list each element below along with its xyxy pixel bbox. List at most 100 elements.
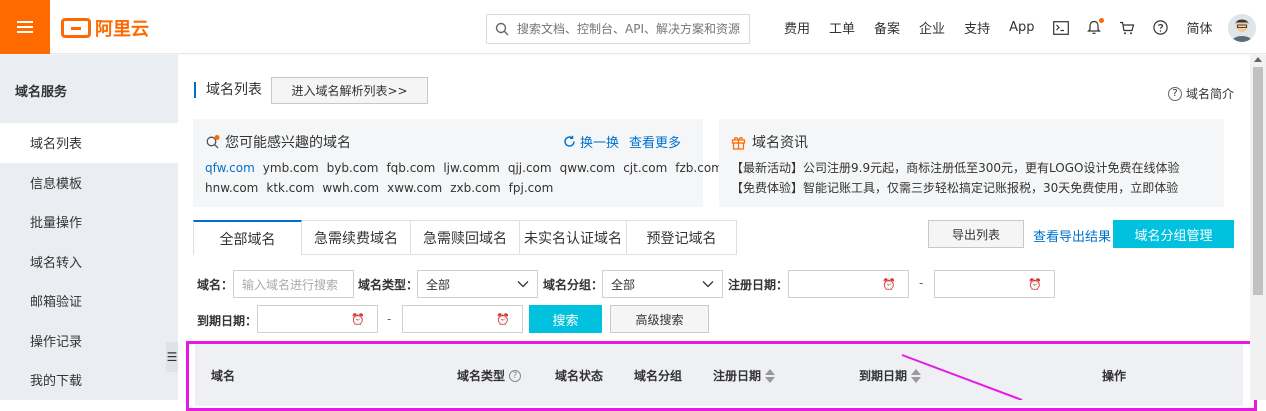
logo-text: 阿里云 <box>95 19 149 40</box>
sidebar: 域名服务 域名列表 信息模板 批量操作 域名转入 邮箱验证 操作记录 我的下载 <box>0 55 178 400</box>
suggested-domain[interactable]: fqb.com <box>386 161 435 175</box>
suggested-domain[interactable]: ymb.com <box>263 161 319 175</box>
bell-icon[interactable] <box>1087 18 1105 35</box>
view-more-link[interactable]: 查看更多 <box>629 132 681 151</box>
language-switch[interactable]: 简体 <box>1186 18 1212 37</box>
sidebar-collapse-icon[interactable]: ☰ <box>166 342 178 372</box>
search-button[interactable]: 搜索 <box>529 305 602 333</box>
news-card-title: 域名资讯 <box>752 135 808 151</box>
suggested-domain[interactable]: byb.com <box>327 161 379 175</box>
domain-search-field[interactable]: 输入域名进行搜索 <box>233 270 354 298</box>
gift-icon <box>731 136 746 150</box>
refresh-link[interactable]: 换一换 <box>580 132 619 151</box>
sidebar-item-domain-list[interactable]: 域名列表 <box>0 123 178 163</box>
domain-intro-link[interactable]: ? 域名简介 <box>1168 85 1234 102</box>
suggested-domain[interactable]: fzb.com <box>675 161 723 175</box>
chevron-down-icon <box>517 281 529 288</box>
calendar-icon: ⏰ <box>496 313 510 326</box>
suggested-domain[interactable]: xww.com <box>387 181 442 195</box>
tab-preregistered[interactable]: 预登记域名 <box>627 220 737 255</box>
th-expire-date[interactable]: 到期日期 <box>859 367 922 384</box>
search-suggest-icon <box>206 135 220 149</box>
suggested-domain[interactable]: wwh.com <box>322 181 379 195</box>
suggested-domain[interactable]: ktk.com <box>266 181 314 195</box>
news-lines: 【最新活动】公司注册9.9元起，商标注册低至300元，更有LOGO设计免费在线体… <box>731 158 1179 198</box>
top-nav: 费用 工单 备案 企业 支持 App 简体 <box>784 18 1232 37</box>
th-domain-status: 域名状态 <box>555 369 604 383</box>
page-title: 域名列表 <box>194 82 262 98</box>
export-result-link[interactable]: 查看导出结果 <box>1033 226 1111 245</box>
suggested-domain[interactable]: ljw.comm <box>443 161 500 175</box>
suggested-domain[interactable]: cjt.com <box>623 161 667 175</box>
sort-icon[interactable] <box>911 368 922 383</box>
help-icon[interactable] <box>1153 20 1169 35</box>
advanced-search-button[interactable]: 高级搜索 <box>610 305 709 333</box>
highlight-box: 域名 域名类型 ? 域名状态 域名分组 注册日期 到期日期 操作 <box>186 341 1257 411</box>
sidebar-title: 域名服务 <box>15 85 68 100</box>
global-search[interactable] <box>486 14 750 44</box>
avatar[interactable] <box>1228 14 1256 42</box>
terminal-icon[interactable] <box>1053 20 1070 35</box>
nav-enterprise[interactable]: 企业 <box>919 18 945 37</box>
nav-icp[interactable]: 备案 <box>874 18 900 37</box>
dns-list-button[interactable]: 进入域名解析列表>> <box>271 77 428 104</box>
suggested-domain[interactable]: hnw.com <box>205 181 258 195</box>
notification-dot <box>1099 18 1105 23</box>
expire-date-label: 到期日期： <box>197 314 258 328</box>
sidebar-item-batch-ops[interactable]: 批量操作 <box>0 202 178 242</box>
th-reg-date[interactable]: 注册日期 <box>713 367 776 384</box>
expire-date-end[interactable]: ⏰ <box>402 305 523 333</box>
news-item[interactable]: 【最新活动】公司注册9.9元起，商标注册低至300元，更有LOGO设计免费在线体… <box>731 158 1179 178</box>
nav-fees[interactable]: 费用 <box>784 18 810 37</box>
nav-app[interactable]: App <box>1009 20 1034 35</box>
th-expire-date-label: 到期日期 <box>859 369 908 383</box>
reg-date-start[interactable]: ⏰ <box>788 270 909 298</box>
question-icon[interactable]: ? <box>509 369 522 382</box>
th-domain: 域名 <box>211 369 236 383</box>
group-select[interactable]: 全部 <box>602 270 723 298</box>
range-separator: - <box>387 312 392 326</box>
search-input[interactable] <box>517 22 742 36</box>
th-domain-type-label: 域名类型 <box>457 369 506 383</box>
tab-all-domains[interactable]: 全部域名 <box>193 220 302 255</box>
menu-icon[interactable] <box>0 0 50 54</box>
th-domain-group: 域名分组 <box>634 369 683 383</box>
suggested-domain[interactable]: fpj.com <box>509 181 554 195</box>
nav-tickets[interactable]: 工单 <box>829 18 855 37</box>
tab-renew-urgent[interactable]: 急需续费域名 <box>302 220 411 255</box>
scroll-thumb[interactable] <box>1253 67 1263 295</box>
sidebar-item-email-verify[interactable]: 邮箱验证 <box>0 281 178 321</box>
refresh-icon <box>564 135 575 147</box>
type-select-value: 全部 <box>426 277 451 292</box>
top-navigation-bar: 阿里云 费用 工单 备案 企业 支持 App 简体 <box>0 0 1266 54</box>
sidebar-item-info-template[interactable]: 信息模板 <box>0 163 178 203</box>
scroll-up-icon[interactable] <box>1254 57 1262 62</box>
tab-unverified[interactable]: 未实名认证域名 <box>520 220 627 255</box>
type-select[interactable]: 全部 <box>417 270 538 298</box>
interest-card: 您可能感兴趣的域名 换一换 查看更多 qfw.com ymb.com byb.com… <box>193 119 723 207</box>
export-list-button[interactable]: 导出列表 <box>928 220 1024 248</box>
aliyun-logo[interactable]: 阿里云 <box>61 15 149 41</box>
sidebar-item-op-records[interactable]: 操作记录 <box>0 321 178 361</box>
expire-date-start[interactable]: ⏰ <box>257 305 378 333</box>
cart-icon[interactable] <box>1119 21 1135 35</box>
group-select-value: 全部 <box>611 277 636 292</box>
sidebar-item-transfer-in[interactable]: 域名转入 <box>0 242 178 282</box>
sort-icon[interactable] <box>765 368 776 383</box>
vertical-scrollbar[interactable] <box>1250 55 1266 400</box>
calendar-icon: ⏰ <box>1028 278 1042 291</box>
interest-card-header: 您可能感兴趣的域名 <box>205 132 351 152</box>
suggested-domain[interactable]: qjj.com <box>508 161 552 175</box>
reg-date-label: 注册日期： <box>728 278 789 292</box>
group-manage-button[interactable]: 域名分组管理 <box>1113 220 1234 248</box>
tab-redeem-urgent[interactable]: 急需赎回域名 <box>411 220 520 255</box>
suggested-domain[interactable]: zxb.com <box>450 181 500 195</box>
nav-support[interactable]: 支持 <box>964 18 990 37</box>
sidebar-item-downloads[interactable]: 我的下载 <box>0 360 178 400</box>
news-item[interactable]: 【免费体验】智能记账工具，仅需三步轻松搞定记账报税，30天免费使用，立即体验 <box>731 178 1179 198</box>
table-header: 域名 域名类型 ? 域名状态 域名分组 注册日期 到期日期 操作 <box>195 344 1243 406</box>
suggested-domain[interactable]: qfw.com <box>205 161 255 175</box>
suggested-domain[interactable]: qww.com <box>560 161 616 175</box>
reg-date-end[interactable]: ⏰ <box>934 270 1055 298</box>
help-circle-icon: ? <box>1168 86 1182 101</box>
